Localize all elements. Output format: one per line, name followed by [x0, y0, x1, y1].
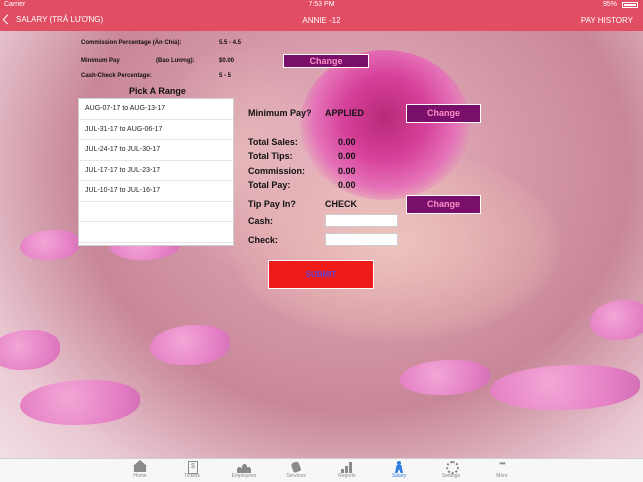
status-time: 7:53 PM	[308, 1, 335, 8]
salary-icon	[392, 461, 406, 473]
background-petal	[400, 360, 490, 395]
tip-pay-value: CHECK	[325, 199, 358, 209]
cash-input[interactable]	[325, 214, 398, 227]
home-icon	[133, 460, 147, 473]
submit-button[interactable]: SUBMIT	[268, 260, 374, 289]
tab-tickets[interactable]: Tickets	[167, 460, 217, 482]
check-input[interactable]	[325, 233, 398, 246]
battery-icon	[622, 2, 638, 8]
tab-bar: Home Tickets Employees Services Reports …	[0, 458, 643, 482]
check-label: Check:	[248, 235, 279, 245]
commission-label: Commission Percentage (Ăn Chia):	[81, 40, 182, 46]
total-sales-label: Total Sales:	[248, 137, 298, 147]
tab-more[interactable]: More	[477, 459, 527, 482]
change-min-pay-applied-button[interactable]: Change	[406, 104, 481, 123]
back-label: SALARY (TRẢ LƯƠNG)	[16, 15, 104, 24]
range-item[interactable]: JUL-10-17 to JUL-16-17	[79, 181, 233, 202]
pay-history-button[interactable]: PAY HISTORY	[581, 16, 633, 25]
gear-icon	[444, 461, 459, 474]
change-min-pay-button[interactable]: Change	[283, 54, 369, 68]
tab-label: Services	[286, 473, 306, 479]
cash-label: Cash:	[248, 216, 274, 226]
range-item[interactable]: AUG-07-17 to AUG-13-17	[79, 99, 233, 120]
chevron-left-icon	[2, 14, 13, 25]
cash-check-label: Cash-Check Percentage:	[81, 73, 152, 79]
total-pay-label: Total Pay:	[248, 180, 291, 190]
battery-percent: 95%	[602, 1, 617, 8]
bar-chart-icon	[340, 461, 354, 473]
commission-value: 5.5 - 4.5	[219, 40, 242, 46]
status-bar: Carrier 7:53 PM 95%	[0, 0, 643, 11]
range-picker-title: Pick A Range	[129, 86, 186, 96]
range-item[interactable]	[79, 202, 233, 222]
tab-label: Employees	[231, 473, 257, 479]
range-item[interactable]	[79, 222, 233, 243]
min-pay-sub-label: (Bao Lương):	[156, 58, 195, 64]
range-item[interactable]: JUL-24-17 to JUL-30-17	[79, 140, 233, 161]
background-petal	[590, 300, 643, 340]
ticket-icon	[185, 461, 199, 474]
tip-pay-label: Tip Pay In?	[248, 199, 296, 209]
min-pay-label: Minimum Pay	[81, 58, 120, 64]
tab-label: Reports	[338, 473, 356, 479]
more-icon	[495, 459, 509, 473]
tab-services[interactable]: Services	[271, 460, 321, 482]
total-sales-value: 0.00	[338, 137, 356, 147]
tab-label: Home	[133, 473, 147, 479]
back-button[interactable]: SALARY (TRẢ LƯƠNG)	[2, 14, 104, 25]
range-list: AUG-07-17 to AUG-13-17 JUL-31-17 to AUG-…	[78, 98, 234, 246]
tab-settings[interactable]: Settings	[426, 460, 476, 482]
people-icon	[237, 461, 251, 473]
min-pay-value: $0.00	[219, 58, 235, 64]
tab-salary[interactable]: Salary	[374, 460, 424, 482]
tab-employees[interactable]: Employees	[219, 460, 269, 482]
min-pay-status: APPLIED	[325, 108, 365, 118]
commission-total-label: Commission:	[248, 166, 306, 176]
commission-total-value: 0.00	[338, 166, 356, 176]
change-tip-pay-button[interactable]: Change	[406, 195, 481, 214]
min-pay-question: Minimum Pay?	[248, 108, 312, 118]
cash-check-value: 5 - 5	[219, 73, 232, 79]
tab-home[interactable]: Home	[115, 460, 165, 482]
background-petal	[20, 230, 80, 260]
background-petal	[150, 325, 230, 365]
range-item[interactable]: JUL-31-17 to AUG-06-17	[79, 120, 233, 140]
tab-label: More	[496, 473, 508, 479]
background-petal	[0, 330, 60, 370]
background-petal	[20, 380, 140, 425]
background-petal	[490, 365, 640, 410]
total-pay-value: 0.00	[338, 180, 356, 190]
total-tips-label: Total Tips:	[248, 151, 293, 161]
navigation-bar: SALARY (TRẢ LƯƠNG) ANNIE -12 PAY HISTORY	[0, 11, 643, 31]
background-rose	[300, 50, 470, 200]
hand-icon	[289, 461, 303, 473]
total-tips-value: 0.00	[338, 151, 356, 161]
tab-reports[interactable]: Reports	[322, 460, 372, 482]
tab-label: Salary	[391, 473, 407, 479]
range-item[interactable]: JUL-17-17 to JUL-23-17	[79, 161, 233, 181]
